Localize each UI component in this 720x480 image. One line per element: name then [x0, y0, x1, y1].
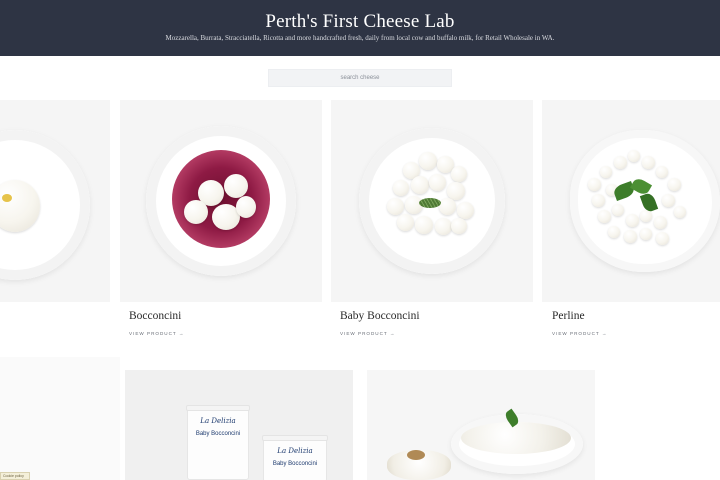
- product-name[interactable]: Bocconcini: [129, 310, 181, 322]
- product-tub: La Delizia Baby Bocconcini: [262, 435, 328, 480]
- site-tagline: Mozzarella, Burrata, Stracciatella, Rico…: [165, 34, 555, 42]
- cheese-pearl: [592, 194, 605, 207]
- view-product-link[interactable]: VIEW PRODUCT →: [552, 331, 608, 336]
- site-title[interactable]: Perth's First Cheese Lab: [0, 11, 720, 33]
- cheese-ball: [236, 196, 256, 218]
- cheese-pearl: [626, 214, 639, 227]
- cheese-ball: [387, 198, 404, 215]
- walnut-garnish: [407, 450, 425, 460]
- cheese-pearl: [612, 204, 624, 216]
- product-image-packaging[interactable]: La Delizia Baby Bocconcini La Delizia Ba…: [125, 370, 353, 480]
- cheese-ball: [397, 214, 414, 231]
- cheese-ball: [451, 166, 467, 182]
- cheese-pearl: [588, 178, 601, 191]
- garnish: [2, 194, 12, 202]
- cheese-ball: [419, 152, 437, 170]
- view-product-link[interactable]: VIEW PRODUCT →: [129, 331, 185, 336]
- cheese-pearl: [656, 166, 668, 178]
- cheese-pearl: [598, 210, 611, 223]
- cheese-pearl: [668, 178, 681, 191]
- tub-brand: La Delizia: [277, 447, 313, 455]
- cheese-ball: [457, 202, 474, 219]
- cheese-pearl: [624, 230, 637, 243]
- tub-lid: [186, 405, 250, 411]
- product-image-perline[interactable]: [542, 100, 720, 302]
- product-image-baby-bocconcini[interactable]: [331, 100, 533, 302]
- cheese-ball: [393, 180, 409, 196]
- cheese-pearl: [656, 232, 669, 245]
- product-image-left-placeholder[interactable]: [0, 357, 120, 480]
- tub-label: Baby Bocconcini: [272, 461, 318, 467]
- cheese-pearl: [642, 156, 655, 169]
- product-name[interactable]: Baby Bocconcini: [340, 310, 420, 322]
- product-image-ricotta[interactable]: [367, 370, 595, 480]
- product-tub: La Delizia Baby Bocconcini: [186, 405, 250, 480]
- cheese-pearl: [608, 226, 620, 238]
- tub-label: Baby Bocconcini: [195, 431, 241, 437]
- cheese-ball: [411, 176, 429, 194]
- cheese-pearl: [662, 194, 675, 207]
- product-image-bocconcini[interactable]: [120, 100, 322, 302]
- herb-sprig: [419, 198, 441, 208]
- tub-brand: La Delizia: [200, 417, 236, 425]
- site-header: Perth's First Cheese Lab Mozzarella, Bur…: [0, 0, 720, 56]
- product-image-cropped[interactable]: [0, 100, 110, 302]
- cookie-policy-tab[interactable]: Cookie policy: [0, 472, 30, 480]
- cheese-pearl: [640, 210, 652, 222]
- cheese-ball: [415, 216, 433, 234]
- view-product-link[interactable]: VIEW PRODUCT →: [340, 331, 396, 336]
- cheese-pearl: [640, 228, 652, 240]
- cheese-ball: [184, 200, 208, 224]
- cheese-pearl: [654, 216, 667, 229]
- cheese-ball: [224, 174, 248, 198]
- cheese-ball: [429, 174, 446, 191]
- cheese-ball: [435, 218, 452, 235]
- tub-lid: [262, 435, 328, 441]
- cheese-ball: [451, 218, 467, 234]
- cheese-pearl: [614, 156, 627, 169]
- cheese-pearl: [600, 166, 612, 178]
- cheese-pearl: [674, 206, 686, 218]
- ricotta-crumble: [461, 422, 571, 454]
- cheese-ball: [439, 198, 456, 215]
- product-name[interactable]: Perline: [552, 310, 585, 322]
- cheese-pearl: [628, 150, 640, 162]
- search-input[interactable]: search cheese: [268, 69, 452, 87]
